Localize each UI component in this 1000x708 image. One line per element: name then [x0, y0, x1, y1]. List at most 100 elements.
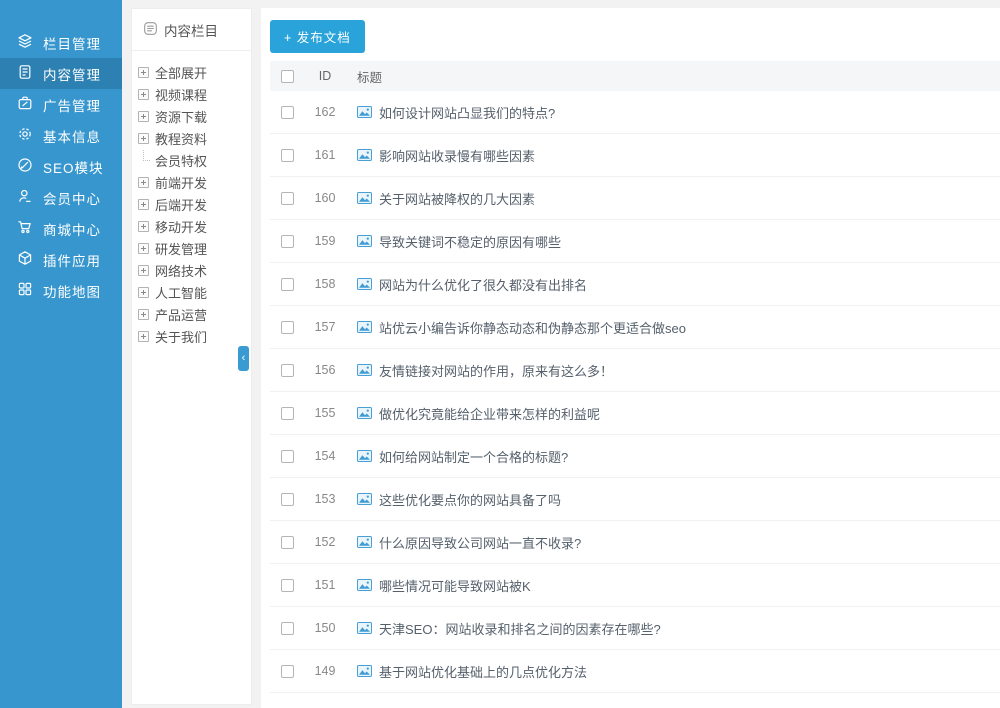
table-row: 150 天津SEO：网站收录和排名之间的因素存在哪些? — [270, 607, 1000, 650]
tree-item[interactable]: 教程资料 — [138, 127, 251, 149]
chevron-left-icon: ‹ — [242, 353, 246, 364]
sidebar-item-column-management[interactable]: 栏目管理 — [0, 27, 122, 58]
row-select-checkbox[interactable] — [281, 321, 294, 334]
sidebar-item-label: 内容管理 — [43, 64, 101, 84]
sidebar-item-label: 基本信息 — [43, 126, 101, 146]
expand-plus-icon[interactable] — [138, 243, 149, 254]
layers-icon — [17, 33, 33, 52]
document-title-link[interactable]: 如何设计网站凸显我们的特点? — [379, 103, 555, 122]
expand-plus-icon[interactable] — [138, 309, 149, 320]
document-title-link[interactable]: 做优化究竟能给企业带来怎样的利益呢 — [379, 404, 600, 423]
tree-panel-title: 内容栏目 — [164, 20, 218, 40]
tree-item[interactable]: 视频课程 — [138, 83, 251, 105]
sidebar-item-seo-module[interactable]: SEO模块 — [0, 151, 122, 182]
sidebar-item-mall-center[interactable]: 商城中心 — [0, 213, 122, 244]
row-select-checkbox[interactable] — [281, 622, 294, 635]
tree-item[interactable]: 关于我们 — [138, 325, 251, 347]
tree-item-label[interactable]: 前端开发 — [155, 173, 207, 192]
row-select-checkbox[interactable] — [281, 364, 294, 377]
expand-plus-icon[interactable] — [138, 221, 149, 232]
sidebar-item-label: 功能地图 — [43, 281, 101, 301]
row-select-checkbox[interactable] — [281, 665, 294, 678]
row-select-checkbox[interactable] — [281, 493, 294, 506]
publish-document-button[interactable]: + 发布文档 — [270, 20, 365, 53]
expand-plus-icon[interactable] — [138, 67, 149, 78]
sidebar-item-content-management[interactable]: 内容管理 — [0, 58, 122, 89]
tree-item-label[interactable]: 教程资料 — [155, 129, 207, 148]
row-select-checkbox[interactable] — [281, 278, 294, 291]
tree-item-label[interactable]: 研发管理 — [155, 239, 207, 258]
content-category-panel: 内容栏目 全部展开 视频课程 资源下载 — [131, 8, 252, 705]
user-icon — [17, 188, 33, 207]
tree-item-label[interactable]: 移动开发 — [155, 217, 207, 236]
tree-item-label[interactable]: 视频课程 — [155, 85, 207, 104]
tree-item-label[interactable]: 关于我们 — [155, 327, 207, 346]
table-row: 159 导致关键词不稳定的原因有哪些 — [270, 220, 1000, 263]
tree-item-label[interactable]: 产品运营 — [155, 305, 207, 324]
tree-item[interactable]: 移动开发 — [138, 215, 251, 237]
tree-item[interactable]: 资源下载 — [138, 105, 251, 127]
tree-item[interactable]: 人工智能 — [138, 281, 251, 303]
tree-item-label[interactable]: 会员特权 — [155, 151, 207, 170]
expand-plus-icon[interactable] — [138, 265, 149, 276]
tree-item-label[interactable]: 后端开发 — [155, 195, 207, 214]
image-thumbnail-icon — [357, 106, 372, 118]
expand-plus-icon[interactable] — [138, 199, 149, 210]
tree-item-label[interactable]: 人工智能 — [155, 283, 207, 302]
sidebar-item-label: 商城中心 — [43, 219, 101, 239]
document-title-link[interactable]: 这些优化要点你的网站具备了吗 — [379, 490, 561, 509]
content-list-icon — [143, 21, 158, 39]
document-title-link[interactable]: 哪些情况可能导致网站被K — [379, 576, 531, 595]
expand-plus-icon[interactable] — [138, 133, 149, 144]
tree-item-label[interactable]: 全部展开 — [155, 63, 207, 82]
sidebar-item-function-map[interactable]: 功能地图 — [0, 275, 122, 306]
row-select-checkbox[interactable] — [281, 149, 294, 162]
tree-item[interactable]: 前端开发 — [138, 171, 251, 193]
expand-plus-icon[interactable] — [138, 177, 149, 188]
row-select-checkbox[interactable] — [281, 192, 294, 205]
expand-plus-icon[interactable] — [138, 89, 149, 100]
tree-item-label[interactable]: 资源下载 — [155, 107, 207, 126]
tree-item-label[interactable]: 网络技术 — [155, 261, 207, 280]
document-title-link[interactable]: 关于网站被降权的几大因素 — [379, 189, 535, 208]
image-thumbnail-icon — [357, 493, 372, 505]
row-select-checkbox[interactable] — [281, 579, 294, 592]
document-title-link[interactable]: 基于网站优化基础上的几点优化方法 — [379, 662, 587, 681]
tree-item[interactable]: 全部展开 — [138, 61, 251, 83]
document-title-link[interactable]: 站优云分享网站域名解析的类型该如何去选择 — [379, 705, 639, 708]
document-title-link[interactable]: 友情链接对网站的作用，原来有这么多！ — [379, 361, 613, 380]
tree-item[interactable]: 会员特权 — [138, 149, 251, 171]
row-select-checkbox[interactable] — [281, 235, 294, 248]
category-tree: 全部展开 视频课程 资源下载 教程资料 — [132, 51, 251, 347]
row-select-checkbox[interactable] — [281, 106, 294, 119]
image-thumbnail-icon — [357, 278, 372, 290]
tree-item[interactable]: 研发管理 — [138, 237, 251, 259]
row-select-checkbox[interactable] — [281, 407, 294, 420]
row-select-checkbox[interactable] — [281, 450, 294, 463]
document-title-link[interactable]: 什么原因导致公司网站一直不收录? — [379, 533, 581, 552]
expand-plus-icon[interactable] — [138, 111, 149, 122]
document-title-link[interactable]: 如何给网站制定一个合格的标题? — [379, 447, 568, 466]
sidebar-item-basic-info[interactable]: 基本信息 — [0, 120, 122, 151]
document-title-link[interactable]: 站优云小编告诉你静态动态和伪静态那个更适合做seo — [379, 318, 686, 337]
document-title-link[interactable]: 网站为什么优化了很久都没有出排名 — [379, 275, 587, 294]
image-thumbnail-icon — [357, 192, 372, 204]
sidebar-item-member-center[interactable]: 会员中心 — [0, 182, 122, 213]
sidebar-item-plugin-apps[interactable]: 插件应用 — [0, 244, 122, 275]
select-all-checkbox[interactable] — [281, 70, 294, 83]
sidebar-item-ad-management[interactable]: 广告管理 — [0, 89, 122, 120]
tree-item[interactable]: 后端开发 — [138, 193, 251, 215]
expand-plus-icon[interactable] — [138, 287, 149, 298]
document-title-link[interactable]: 天津SEO：网站收录和排名之间的因素存在哪些? — [379, 619, 661, 638]
tree-item[interactable]: 网络技术 — [138, 259, 251, 281]
table-row: 157 站优云小编告诉你静态动态和伪静态那个更适合做seo — [270, 306, 1000, 349]
table-row: 148 站优云分享网站域名解析的类型该如何去选择 — [270, 693, 1000, 708]
row-id: 159 — [304, 234, 346, 248]
panel-collapse-button[interactable]: ‹ — [238, 346, 249, 371]
expand-plus-icon[interactable] — [138, 331, 149, 342]
document-title-link[interactable]: 导致关键词不稳定的原因有哪些 — [379, 232, 561, 251]
gear-icon — [17, 126, 33, 145]
document-title-link[interactable]: 影响网站收录慢有哪些因素 — [379, 146, 535, 165]
row-select-checkbox[interactable] — [281, 536, 294, 549]
tree-item[interactable]: 产品运营 — [138, 303, 251, 325]
